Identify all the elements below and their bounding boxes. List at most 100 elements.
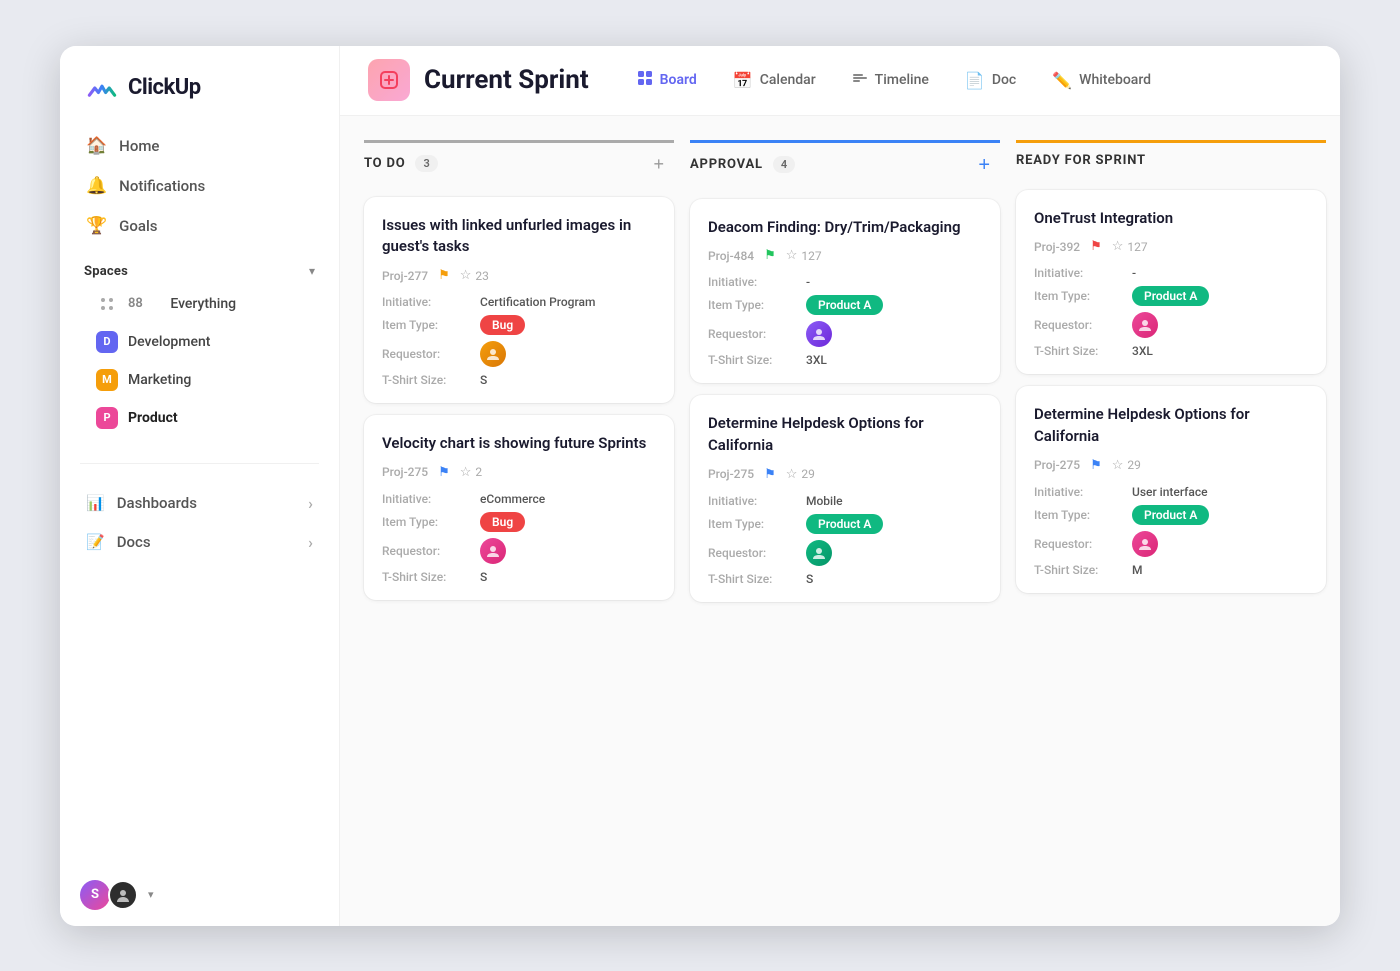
card-approval-1[interactable]: Deacom Finding: Dry/Trim/Packaging Proj-… — [690, 199, 1000, 384]
initiative-value-2: eCommerce — [480, 492, 545, 506]
column-todo: TO DO 3 + Issues with linked unfurled im… — [364, 140, 674, 600]
bell-icon: 🔔 — [86, 176, 107, 196]
column-title-area-ready: READY FOR SPRINT — [1016, 153, 1146, 168]
flag-icon-todo-1: ⚑ — [438, 268, 450, 283]
spaces-section-header[interactable]: Spaces ▾ — [84, 264, 315, 279]
card-row-itemtype-a2: Item Type: Product A — [708, 514, 982, 534]
column-ready: READY FOR SPRINT OneTrust Integration Pr… — [1016, 140, 1326, 593]
sidebar-logo[interactable]: ClickUp — [60, 46, 339, 126]
column-title-area-approval: APPROVAL 4 — [690, 156, 795, 173]
add-card-todo-button[interactable]: + — [647, 153, 670, 175]
space-item-marketing[interactable]: M Marketing — [84, 361, 315, 399]
tshirt-value-r2: M — [1132, 563, 1143, 577]
badge-bug-todo-2: Bug — [480, 512, 525, 532]
sidebar-nav: 🏠 Home 🔔 Notifications 🏆 Goals — [60, 126, 339, 246]
column-title-area-todo: TO DO 3 — [364, 155, 438, 172]
tab-doc[interactable]: 📄 Doc — [949, 63, 1032, 98]
card-score-ready-2: ☆ 29 — [1112, 458, 1141, 473]
sidebar-item-docs-label: Docs — [117, 533, 151, 551]
space-item-development[interactable]: D Development — [84, 323, 315, 361]
marketing-dot: M — [96, 369, 118, 391]
sidebar-item-notifications-label: Notifications — [119, 177, 205, 195]
calendar-icon: 📅 — [733, 71, 753, 90]
sidebar-item-notifications[interactable]: 🔔 Notifications — [72, 166, 327, 206]
initiative-label: Initiative: — [382, 295, 472, 309]
everything-icon — [96, 293, 118, 315]
initiative-label-2: Initiative: — [382, 492, 472, 506]
tab-whiteboard[interactable]: ✏️ Whiteboard — [1036, 63, 1167, 98]
card-meta-todo-1: Proj-277 ⚑ ☆ 23 — [382, 268, 656, 283]
score-icon-r2: ☆ — [1112, 458, 1124, 473]
space-item-everything[interactable]: 88 Everything — [84, 285, 315, 323]
card-score-approval-1: ☆ 127 — [786, 248, 822, 263]
card-ready-1[interactable]: OneTrust Integration Proj-392 ⚑ ☆ 127 In — [1016, 190, 1326, 375]
card-row-itemtype-2: Item Type: Bug — [382, 512, 656, 532]
tab-board-label: Board — [660, 72, 697, 88]
development-dot: D — [96, 331, 118, 353]
initiative-label-a1: Initiative: — [708, 275, 798, 289]
docs-icon: 📝 — [86, 533, 105, 551]
everything-label: Everything — [170, 296, 236, 312]
card-rows-approval-1: Initiative: - Item Type: Product A Reque… — [708, 275, 982, 367]
tshirt-label-r1: T-Shirt Size: — [1034, 344, 1124, 358]
space-item-product-label: Product — [128, 410, 178, 426]
whiteboard-icon: ✏️ — [1052, 71, 1072, 90]
tshirt-value: S — [480, 373, 487, 387]
card-row-itemtype-r1: Item Type: Product A — [1034, 286, 1308, 306]
sidebar-item-home[interactable]: 🏠 Home — [72, 126, 327, 166]
goals-icon: 🏆 — [86, 216, 107, 236]
card-todo-1[interactable]: Issues with linked unfurled images in gu… — [364, 197, 674, 404]
badge-product-ready-2: Product A — [1132, 505, 1209, 525]
avatar-j — [108, 880, 138, 910]
initiative-value: Certification Program — [480, 295, 595, 309]
timeline-icon — [852, 70, 868, 90]
card-todo-2[interactable]: Velocity chart is showing future Sprints… — [364, 415, 674, 600]
card-title-ready-1: OneTrust Integration — [1034, 208, 1308, 230]
flag-icon-ready-1: ⚑ — [1090, 239, 1102, 254]
column-title-ready: READY FOR SPRINT — [1016, 153, 1146, 168]
sprint-icon — [368, 59, 410, 101]
page-title: Current Sprint — [424, 65, 589, 95]
app-window: ClickUp 🏠 Home 🔔 Notifications 🏆 Goals — [60, 46, 1340, 926]
tshirt-value-a1: 3XL — [806, 353, 827, 367]
sidebar-divider — [80, 463, 319, 464]
dashboards-icon: 📊 — [86, 494, 105, 512]
card-approval-2[interactable]: Determine Helpdesk Options for Californi… — [690, 395, 1000, 602]
tab-board[interactable]: Board — [621, 62, 713, 98]
card-rows-todo-1: Initiative: Certification Program Item T… — [382, 295, 656, 387]
header-title-area: Current Sprint — [368, 59, 589, 101]
doc-icon: 📄 — [965, 71, 985, 90]
card-meta-ready-1: Proj-392 ⚑ ☆ 127 — [1034, 239, 1308, 254]
tab-calendar[interactable]: 📅 Calendar — [717, 63, 832, 98]
sidebar-item-dashboards-label: Dashboards — [117, 494, 197, 512]
user-avatar-area[interactable]: S ▾ — [60, 864, 339, 926]
tshirt-value-r1: 3XL — [1132, 344, 1153, 358]
add-card-approval-button[interactable]: + — [972, 153, 996, 177]
card-proj-id-todo-1: Proj-277 — [382, 269, 428, 283]
product-dot: P — [96, 407, 118, 429]
chevron-right-icon: › — [308, 494, 313, 513]
sidebar-item-goals[interactable]: 🏆 Goals — [72, 206, 327, 246]
score-icon: ☆ — [460, 268, 472, 283]
itemtype-label-a2: Item Type: — [708, 517, 798, 531]
sidebar: ClickUp 🏠 Home 🔔 Notifications 🏆 Goals — [60, 46, 340, 926]
card-score-todo-1: ☆ 23 — [460, 268, 489, 283]
card-proj-id-todo-2: Proj-275 — [382, 465, 428, 479]
card-title-todo-1: Issues with linked unfurled images in gu… — [382, 215, 656, 259]
clickup-logo-icon — [84, 70, 120, 106]
sidebar-item-home-label: Home — [119, 137, 159, 155]
card-row-itemtype-a1: Item Type: Product A — [708, 295, 982, 315]
card-row-tshirt-r2: T-Shirt Size: M — [1034, 563, 1308, 577]
card-row-requestor-r1: Requestor: — [1034, 312, 1308, 338]
sidebar-item-dashboards[interactable]: 📊 Dashboards › — [72, 484, 327, 523]
space-item-product[interactable]: P Product — [84, 399, 315, 437]
requestor-avatar-todo-1 — [480, 341, 506, 367]
score-icon-r1: ☆ — [1112, 239, 1124, 254]
flag-icon-ready-2: ⚑ — [1090, 458, 1102, 473]
sidebar-item-docs[interactable]: 📝 Docs › — [72, 523, 327, 562]
main-content: Current Sprint Board 📅 Calendar — [340, 46, 1340, 926]
card-ready-2[interactable]: Determine Helpdesk Options for Californi… — [1016, 386, 1326, 593]
tab-timeline[interactable]: Timeline — [836, 62, 945, 98]
chevron-right-icon: › — [308, 533, 313, 552]
home-icon: 🏠 — [86, 136, 107, 156]
